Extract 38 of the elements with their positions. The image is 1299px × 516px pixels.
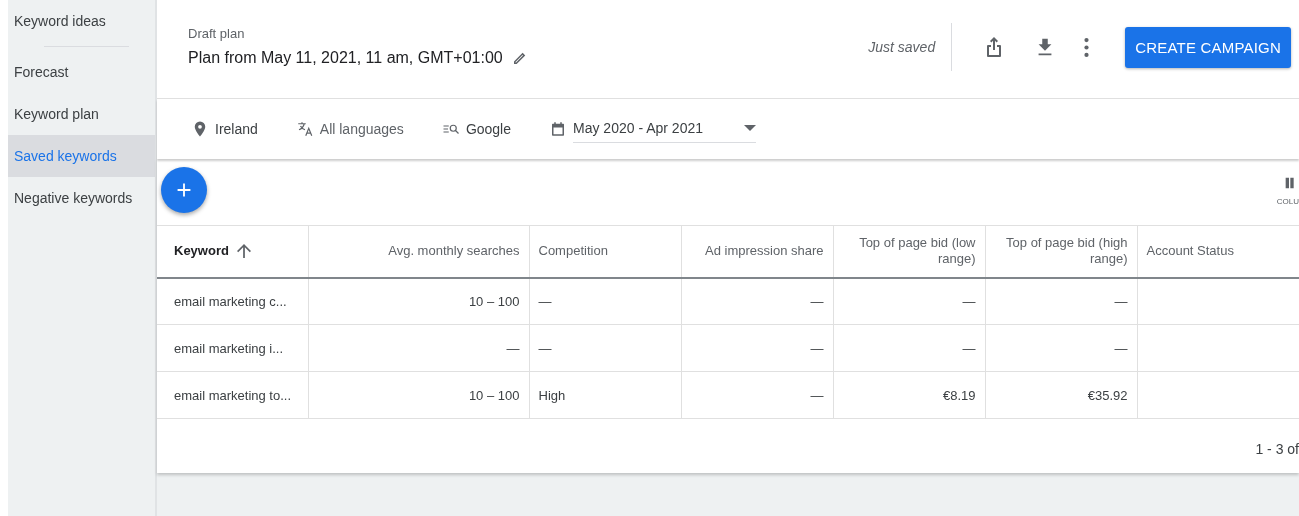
- sidebar-item[interactable]: Keyword plan: [8, 93, 155, 135]
- dropdown-arrow-icon: [744, 124, 757, 131]
- date-range-dropdown[interactable]: May 2020 - Apr 2021: [573, 115, 757, 143]
- table-cell: 10 – 100: [468, 387, 520, 403]
- sidebar-item[interactable]: Negative keywords: [8, 177, 155, 219]
- save-status: Just saved: [868, 23, 953, 71]
- sidebar-item[interactable]: Forecast: [8, 51, 155, 93]
- table-cell: —: [506, 340, 520, 356]
- table-cell: —: [810, 340, 824, 356]
- pagination-text: 1 - 3 of: [1255, 441, 1299, 457]
- table-cell: €35.92: [1087, 387, 1128, 403]
- create-campaign-button[interactable]: CREATE CAMPAIGN: [1125, 26, 1291, 68]
- more-button[interactable]: [1084, 37, 1090, 57]
- table-cell: email marketing i...: [174, 340, 284, 356]
- network-filter[interactable]: Google: [441, 120, 512, 138]
- column-header[interactable]: Keyword: [174, 243, 251, 260]
- table-cell: —: [962, 340, 976, 356]
- table-cell: 10 – 100: [468, 293, 520, 309]
- location-filter[interactable]: Ireland: [191, 120, 258, 138]
- table-cell: —: [538, 293, 552, 309]
- add-button[interactable]: [161, 167, 207, 213]
- table-cell: —: [538, 340, 552, 356]
- table-cell: —: [962, 293, 976, 309]
- plan-title: Plan from May 11, 2021, 11 am, GMT+01:00: [188, 49, 503, 67]
- table-cell: High: [538, 387, 566, 403]
- table-cell: —: [810, 293, 824, 309]
- plan-status-label: Draft plan: [188, 26, 246, 41]
- table-cell: —: [810, 387, 824, 403]
- table-cell: €8.19: [942, 387, 976, 403]
- table-cell: email marketing c...: [174, 293, 287, 309]
- table-cell: —: [1114, 340, 1128, 356]
- sidebar-item[interactable]: Keyword ideas: [8, 0, 155, 42]
- table-cell: —: [1114, 293, 1128, 309]
- columns-button[interactable]: COLU: [1276, 175, 1299, 206]
- more-icon: [1084, 37, 1090, 57]
- table-cell: email marketing to...: [174, 387, 292, 403]
- translate-icon: [295, 120, 314, 138]
- language-filter[interactable]: All languages: [295, 120, 404, 138]
